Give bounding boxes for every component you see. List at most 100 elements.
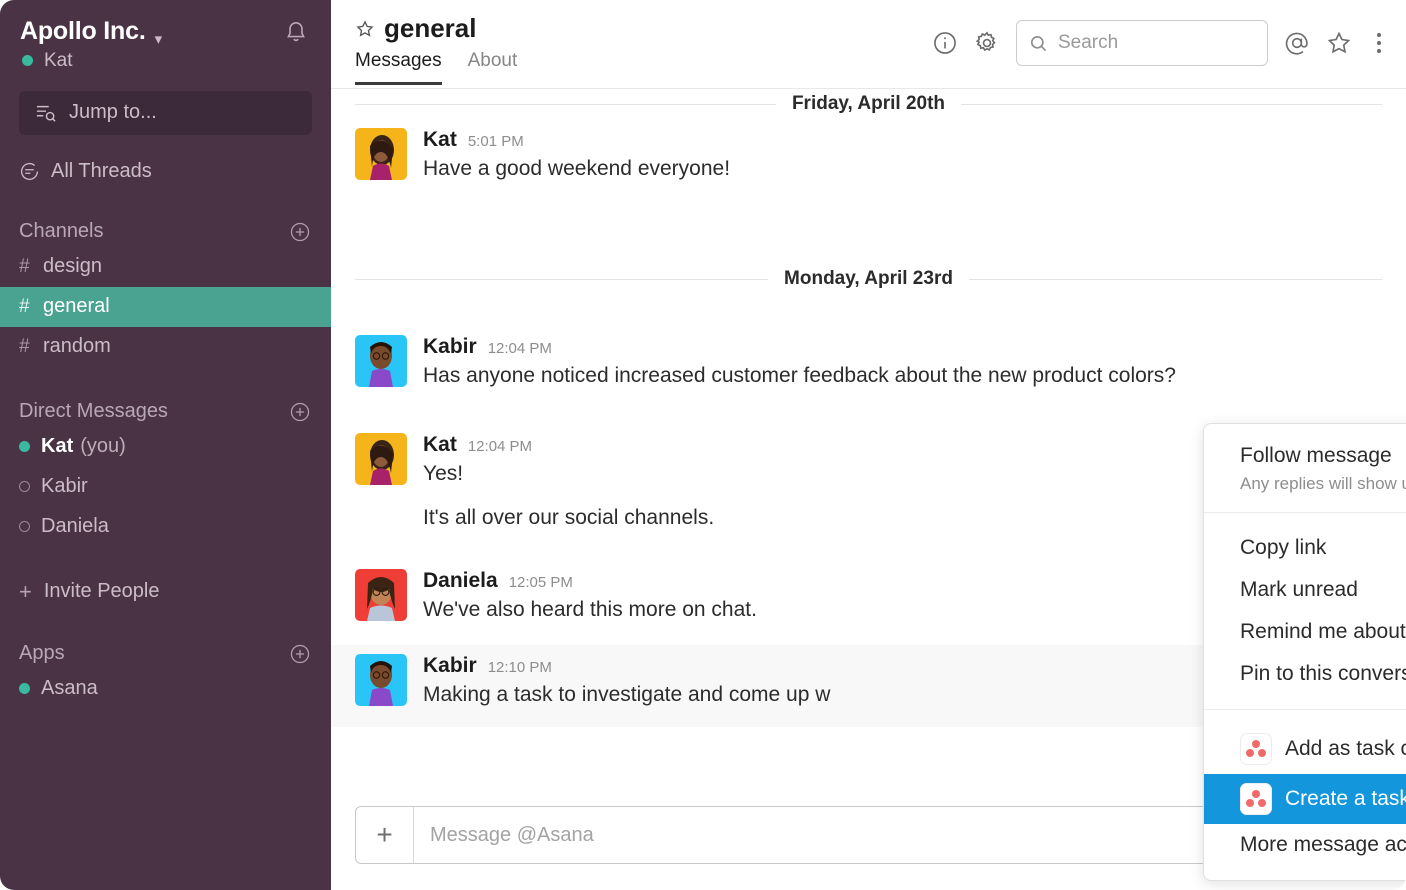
apps-section: Apps Asana [0, 639, 331, 709]
menu-item-add-as-task-comment[interactable]: Add as task comment ... Asana [1204, 724, 1406, 774]
threads-icon [20, 163, 39, 180]
channel-label: design [43, 255, 102, 277]
menu-item-more-message-actions[interactable]: More message actions... [1204, 824, 1406, 866]
sidebar-item-channel-random[interactable]: # random [0, 327, 331, 367]
channels-title: Channels [19, 220, 104, 242]
date-divider-label: Monday, April 23rd [768, 268, 969, 291]
message-row[interactable]: Kat 5:01 PM Have a good weekend everyone… [331, 119, 1406, 190]
presence-dot-online [22, 55, 33, 66]
star-outline-icon[interactable] [355, 19, 375, 39]
menu-item-label: Remind me about this [1240, 620, 1406, 643]
channels-section: Channels # design # general # random [0, 217, 331, 367]
star-icon[interactable] [1326, 30, 1352, 56]
main-panel: general Messages About Search Friday, Ap… [331, 0, 1406, 890]
message-text: Have a good weekend everyone! [423, 157, 731, 180]
kebab-menu-icon[interactable] [1368, 33, 1390, 53]
sidebar-item-all-threads[interactable]: All Threads [0, 157, 331, 187]
menu-item-label: Follow message [1240, 444, 1392, 467]
context-menu-group-apps: Add as task comment ... Asana Create a t… [1204, 709, 1406, 880]
plus-circle-icon[interactable] [289, 643, 311, 665]
channel-header: general Messages About Search [331, 0, 1406, 89]
current-user[interactable]: Kat [0, 46, 331, 72]
menu-item-label: Create a task ... [1285, 787, 1406, 810]
message-context-menu: Follow message Any replies will show up … [1203, 423, 1406, 881]
presence-dot-online [19, 441, 30, 452]
team-header[interactable]: Apollo Inc. ▾ [0, 14, 331, 48]
sidebar-item-channel-design[interactable]: # design [0, 247, 331, 287]
menu-item-create-a-task[interactable]: Create a task ... Asana [1204, 774, 1406, 824]
message-row[interactable]: Kabir 12:04 PM Has anyone noticed increa… [331, 326, 1406, 397]
message-author[interactable]: Daniela [423, 569, 498, 593]
context-menu-group-actions: Copy link Mark unread Remind me about th… [1204, 512, 1406, 709]
gear-icon[interactable] [974, 30, 1000, 56]
menu-item-sublabel: Any replies will show up in All Threads [1240, 474, 1406, 493]
chevron-down-icon[interactable]: ▾ [155, 30, 163, 48]
date-divider: Monday, April 23rd [355, 264, 1382, 294]
sidebar-item-channel-general[interactable]: # general [0, 286, 331, 327]
message-author[interactable]: Kabir [423, 654, 477, 678]
plus-circle-icon[interactable] [289, 221, 311, 243]
avatar[interactable] [355, 335, 407, 388]
channel-label: random [43, 335, 111, 357]
menu-item-pin-conversation[interactable]: Pin to this conversation ... [1204, 653, 1406, 695]
avatar[interactable] [355, 432, 407, 485]
direct-messages-section: Direct Messages Kat (you) Kabir Daniela [0, 397, 331, 547]
jump-to-button[interactable]: Jump to... [19, 90, 312, 135]
sidebar-item-dm-daniela[interactable]: Daniela [0, 507, 331, 547]
menu-item-label: More message actions... [1240, 833, 1406, 856]
hash-icon: # [19, 255, 30, 277]
asana-icon [1240, 783, 1272, 815]
channel-name: general [384, 13, 477, 43]
plus-icon[interactable]: + [356, 807, 414, 863]
message-input-placeholder: Message @Asana [430, 823, 594, 846]
search-icon [1030, 35, 1047, 51]
header-actions: Search [932, 20, 1390, 66]
avatar[interactable] [355, 128, 407, 180]
tab-about[interactable]: About [468, 50, 518, 85]
apps-title: Apps [19, 642, 65, 664]
menu-item-remind-me[interactable]: Remind me about this › [1204, 611, 1406, 653]
message-timestamp: 12:05 PM [508, 573, 573, 591]
message-author[interactable]: Kabir [423, 335, 477, 359]
menu-item-label: Add as task comment ... [1285, 737, 1406, 760]
message-meta: Kat 5:01 PM [423, 128, 1382, 152]
sidebar-item-dm-kat[interactable]: Kat (you) [0, 427, 331, 467]
at-mention-icon[interactable] [1284, 30, 1310, 56]
menu-item-copy-link[interactable]: Copy link [1204, 527, 1406, 569]
avatar[interactable] [355, 654, 407, 707]
presence-dot-offline [19, 481, 30, 492]
jump-to-icon [36, 105, 56, 122]
context-menu-group-follow: Follow message Any replies will show up … [1204, 424, 1406, 512]
sidebar-item-dm-kabir[interactable]: Kabir [0, 467, 331, 507]
avatar-photo [369, 661, 393, 707]
dm-label: Kabir [41, 475, 88, 497]
sidebar-item-app-asana[interactable]: Asana [0, 669, 331, 709]
avatar-photo [370, 135, 394, 180]
message-timestamp: 12:10 PM [487, 659, 552, 677]
menu-item-follow-message[interactable]: Follow message Any replies will show up … [1204, 438, 1406, 498]
current-user-name: Kat [44, 49, 73, 71]
dm-header: Direct Messages [0, 397, 331, 427]
asana-icon [1240, 733, 1272, 765]
avatar-photo [369, 342, 393, 388]
plus-circle-icon[interactable] [289, 401, 311, 423]
menu-item-mark-unread[interactable]: Mark unread [1204, 569, 1406, 611]
bell-icon[interactable] [283, 19, 309, 45]
team-name: Apollo Inc. [20, 17, 146, 45]
avatar-photo [367, 576, 395, 621]
hash-icon: # [19, 295, 30, 317]
menu-item-label: Pin to this conversation ... [1240, 662, 1406, 685]
message-meta: Kabir 12:04 PM [423, 335, 1382, 359]
plus-icon: + [19, 578, 32, 604]
tab-messages[interactable]: Messages [355, 50, 442, 85]
invite-people-button[interactable]: + Invite People [0, 575, 331, 609]
avatar[interactable] [355, 568, 407, 621]
channel-label: general [43, 295, 110, 317]
message-author[interactable]: Kat [423, 433, 457, 457]
info-circle-icon[interactable] [932, 30, 958, 56]
dm-label: Kat [41, 435, 74, 457]
date-divider-label: Friday, April 20th [775, 93, 962, 115]
message-timestamp: 5:01 PM [467, 133, 524, 150]
search-input[interactable]: Search [1016, 20, 1268, 66]
message-author[interactable]: Kat [423, 128, 457, 152]
